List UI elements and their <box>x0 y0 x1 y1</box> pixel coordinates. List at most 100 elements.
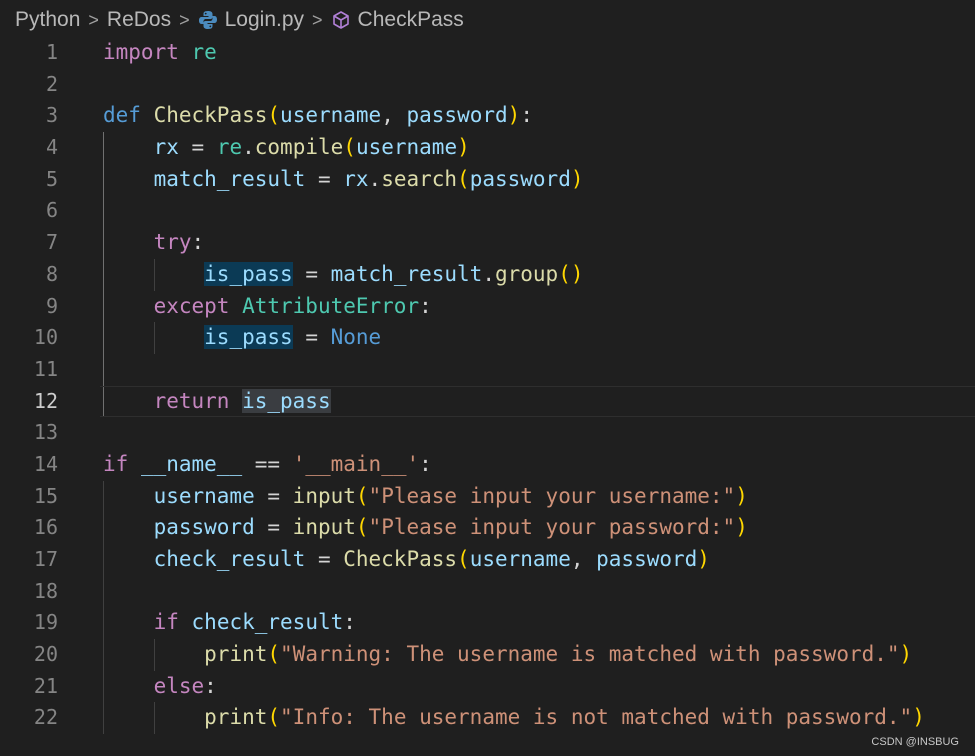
line-number: 5 <box>45 166 58 191</box>
breadcrumb-item-python[interactable]: Python <box>15 8 80 32</box>
code-token: is_pass <box>242 388 331 413</box>
code-token: . <box>242 135 255 160</box>
code-token: rx <box>343 166 369 191</box>
code-line[interactable]: 13 <box>0 417 975 449</box>
code-token: CheckPass <box>153 103 268 128</box>
code-token: ) <box>899 642 913 667</box>
code-line[interactable]: 18 <box>0 575 975 608</box>
line-number: 8 <box>45 261 58 286</box>
code-token: = <box>178 135 217 160</box>
code-token: rx <box>153 135 179 160</box>
code-token: compile <box>254 135 344 160</box>
code-token: check_result <box>153 547 306 571</box>
code-text: except AttributeError: <box>103 291 432 323</box>
code-editor[interactable]: 1 import re 2 3 def CheckPass(username, pass… <box>0 37 975 735</box>
line-number: 9 <box>45 293 58 318</box>
code-line[interactable]: 5 match_result = rx.search(password) <box>0 163 975 196</box>
code-token: username <box>280 103 382 128</box>
line-number: 10 <box>33 325 58 350</box>
code-token: "Please input your password:" <box>368 515 736 540</box>
code-token: username <box>469 547 571 571</box>
line-number: 16 <box>33 515 58 540</box>
code-line[interactable]: 12 return is_pass <box>0 385 975 418</box>
line-number: 17 <box>33 547 58 571</box>
code-token: '__main__' <box>292 451 420 476</box>
line-number: 6 <box>45 198 58 223</box>
code-token: else <box>153 673 205 698</box>
code-line[interactable]: 7 try: <box>0 227 975 259</box>
code-line[interactable]: 4 rx = re.compile(username) <box>0 132 975 164</box>
code-token: , <box>381 103 407 128</box>
code-token: ) <box>735 483 748 508</box>
line-number: 3 <box>45 103 58 128</box>
code-token: = <box>305 166 344 191</box>
code-token: input <box>292 515 356 540</box>
code-line[interactable]: 11 <box>0 353 975 386</box>
code-text: password = input("Please input your pass… <box>103 512 748 544</box>
code-token: : <box>191 230 205 255</box>
code-token: password <box>596 547 698 571</box>
code-line[interactable]: 19 if check_result: <box>0 607 975 640</box>
code-line[interactable]: 17 check_result = CheckPass(username, pa… <box>0 544 975 576</box>
code-token: return <box>153 388 230 413</box>
code-line[interactable]: 16 password = input("Please input your p… <box>0 512 975 544</box>
code-text: if check_result: <box>103 607 356 639</box>
line-number: 20 <box>33 642 58 667</box>
code-token: password <box>406 103 508 128</box>
code-text: username = input("Please input your user… <box>103 481 748 513</box>
code-line[interactable]: 6 <box>0 195 975 228</box>
line-number: 14 <box>33 451 58 476</box>
code-line[interactable]: 15 username = input("Please input your u… <box>0 480 975 513</box>
code-text: return is_pass <box>103 386 331 418</box>
code-token: = <box>254 483 293 508</box>
line-number: 1 <box>45 40 58 64</box>
breadcrumb-item-file[interactable]: Login.py <box>225 8 304 32</box>
breadcrumb-item-redos[interactable]: ReDos <box>107 8 171 32</box>
code-line[interactable]: 8 is_pass = match_result.group() <box>0 258 975 291</box>
code-line[interactable]: 9 except AttributeError: <box>0 290 975 323</box>
code-line[interactable]: 21 else: <box>0 670 975 703</box>
code-line[interactable]: 1 import re <box>0 37 975 69</box>
code-line[interactable]: 10 is_pass = None <box>0 322 975 354</box>
code-token: password <box>469 166 571 191</box>
code-text: else: <box>103 671 217 703</box>
code-line[interactable]: 14 if __name__ == '__main__': <box>0 449 975 481</box>
code-line[interactable]: 22 print("Info: The username is not matc… <box>0 702 975 735</box>
code-token: ) <box>457 135 470 160</box>
code-token: , <box>570 547 597 571</box>
code-token: = <box>305 547 344 571</box>
code-token: : <box>419 293 432 318</box>
code-token: check_result <box>191 610 344 635</box>
code-text: check_result = CheckPass(username, passw… <box>103 544 710 576</box>
code-token: ( <box>355 483 369 508</box>
code-token: input <box>292 483 356 508</box>
line-number: 4 <box>45 135 58 160</box>
code-token: ( <box>267 705 281 730</box>
code-token: == <box>242 451 293 476</box>
code-line[interactable]: 20 print("Warning: The username is match… <box>0 639 975 671</box>
line-number: 22 <box>33 705 58 730</box>
code-token: ( <box>457 547 470 571</box>
code-line[interactable]: 3 def CheckPass(username, password): <box>0 100 975 132</box>
indent-guide <box>103 195 104 228</box>
line-number: 15 <box>33 483 58 508</box>
breadcrumb-separator: > <box>88 9 99 30</box>
code-token: if <box>153 610 179 635</box>
code-token: except <box>153 293 230 318</box>
code-text: if __name__ == '__main__': <box>103 449 432 481</box>
code-token: is_pass <box>204 261 293 286</box>
code-line[interactable]: 2 <box>0 69 975 101</box>
breadcrumb-item-symbol[interactable]: CheckPass <box>358 8 464 32</box>
